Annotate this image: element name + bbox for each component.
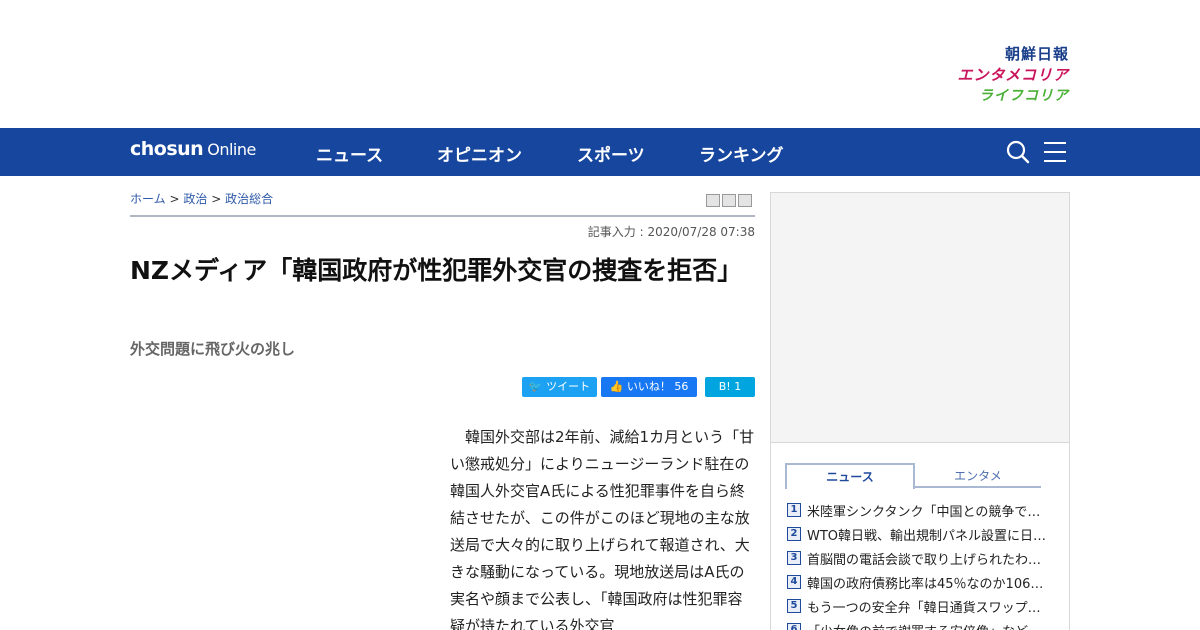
ranking-item-title: 首脳間の電話会談で取り上げられたわ… [807,552,1042,568]
ranking-item[interactable]: 4 韓国の政府債務比率は45％なのか106… [787,570,1049,594]
thumbs-up-icon: 👍 [609,380,624,393]
main-navbar: chosun Online ニュース オピニオン スポーツ ランキング [0,128,1200,176]
article-title: NZメディア「韓国政府が性犯罪外交官の捜査を拒否」 [130,256,743,285]
header-divider [130,215,755,217]
sidebar-ad-slot [770,192,1070,443]
top-header: 朝鮮日報 エンタメコリア ライフコリア [0,0,1200,128]
rank-number-badge: 6 [787,623,801,630]
twitter-icon: 🐦 [528,380,543,393]
nav-item-ranking[interactable]: ランキング [699,141,784,166]
print-icon[interactable] [706,194,720,207]
breadcrumb-separator: > [169,192,180,206]
text-size-icon[interactable] [722,194,736,207]
breadcrumb: ホーム > 政治 > 政治総合 [130,190,273,207]
tweet-button[interactable]: 🐦 ツイート [522,377,597,397]
rank-number-badge: 3 [787,551,801,565]
ranking-list: 1 米陸軍シンクタンク「中国との競争で… 2 WTO韓日戦、輸出規制パネル設置に日…… [787,498,1049,630]
article-subtitle: 外交問題に飛び火の兆し [130,340,296,358]
article-paragraph: 韓国外交部は2年前、減給1カ月という「甘い懲戒処分」によりニュージーランド駐在の… [450,428,755,630]
back-icon[interactable] [738,194,752,207]
ranking-item[interactable]: 5 もう一つの安全弁「韓日通貨スワップ… [787,594,1049,618]
ranking-item[interactable]: 1 米陸軍シンクタンク「中国との競争で… [787,498,1049,522]
ranking-item[interactable]: 3 首脳間の電話会談で取り上げられたわ… [787,546,1049,570]
tweet-label: ツイート [546,380,591,393]
logo-main-text: chosun [130,138,204,160]
search-icon[interactable] [1006,140,1030,164]
article-body: 韓国外交部は2年前、減給1カ月という「甘い懲戒処分」によりニュージーランド駐在の… [450,424,756,630]
hatena-bookmark-button[interactable]: B! 1 [705,377,755,397]
breadcrumb-home[interactable]: ホーム [130,192,166,206]
tab-entame[interactable]: エンタメ [915,466,1041,488]
article-tools [704,192,752,211]
brand-life-link[interactable]: ライフコリア [957,86,1069,107]
brand-links: 朝鮮日報 エンタメコリア ライフコリア [957,44,1069,107]
breadcrumb-politics[interactable]: 政治 [183,192,207,206]
nav-item-sports[interactable]: スポーツ [577,141,645,166]
ranking-item-title: 米陸軍シンクタンク「中国との競争で… [807,504,1041,520]
rank-number-badge: 1 [787,503,801,517]
menu-icon[interactable] [1044,142,1066,162]
logo-sub-text: Online [207,140,256,159]
rank-number-badge: 2 [787,527,801,541]
like-label: いいね！ 56 [626,380,689,393]
tab-news[interactable]: ニュース [785,463,915,489]
nav-item-opinion[interactable]: オピニオン [437,141,522,166]
ranking-item[interactable]: 2 WTO韓日戦、輸出規制パネル設置に日… [787,522,1049,546]
ranking-item-title: 「少女像の前で謝罪する安倍像」など… [807,621,1047,630]
ranking-item-title: WTO韓日戦、輸出規制パネル設置に日… [807,528,1047,544]
site-logo[interactable]: chosun Online [130,138,256,160]
rank-number-badge: 4 [787,575,801,589]
ranking-item-title: 韓国の政府債務比率は45％なのか106… [807,576,1044,592]
rank-number-badge: 5 [787,599,801,613]
like-button[interactable]: 👍 いいね！ 56 [601,377,697,397]
ranking-item-title: もう一つの安全弁「韓日通貨スワップ… [807,600,1041,616]
ranking-item[interactable]: 6 「少女像の前で謝罪する安倍像」など… [787,618,1049,630]
breadcrumb-politics-general[interactable]: 政治総合 [225,192,273,206]
article-dateline: 記事入力 : 2020/07/28 07:38 [587,225,755,239]
breadcrumb-separator: > [211,192,222,206]
nav-item-news[interactable]: ニュース [316,141,383,166]
brand-chosun-link[interactable]: 朝鮮日報 [957,44,1069,65]
brand-entame-link[interactable]: エンタメコリア [957,65,1069,86]
